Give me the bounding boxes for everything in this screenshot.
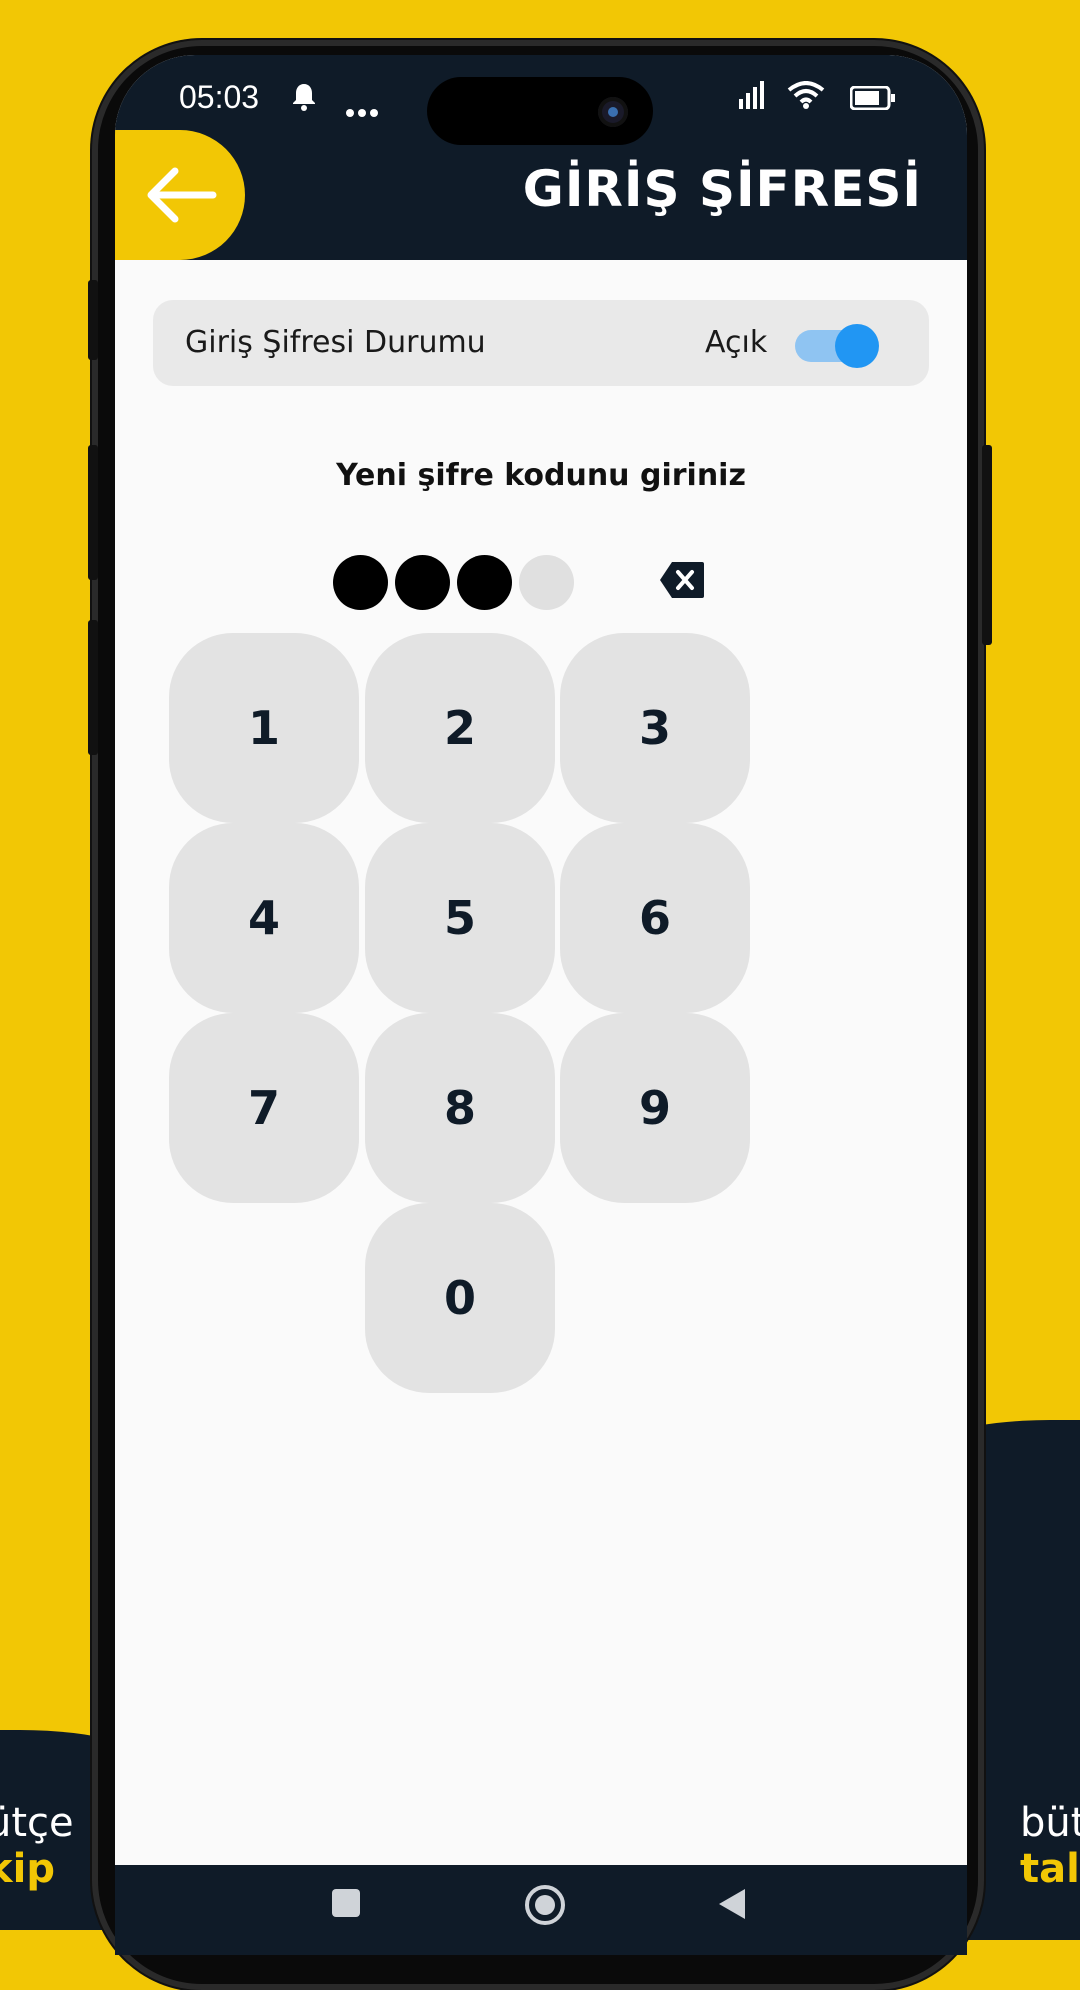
promo-text-right: büt tal	[1020, 1800, 1080, 1892]
key-2[interactable]: 2	[365, 633, 555, 823]
password-status-label: Giriş Şifresi Durumu	[185, 325, 486, 360]
promo-text-left: ütçe kip	[0, 1800, 74, 1892]
more-dots-icon	[345, 93, 379, 125]
pin-dot	[457, 555, 512, 610]
key-4[interactable]: 4	[169, 823, 359, 1013]
password-toggle[interactable]	[795, 324, 879, 368]
status-bar: 05:03	[115, 55, 967, 145]
header-bar: 05:03 GİRİŞ ŞİFRESİ	[115, 55, 967, 260]
delete-button[interactable]	[658, 560, 706, 604]
pin-dot	[519, 555, 574, 610]
key-0[interactable]: 0	[365, 1203, 555, 1393]
side-button	[88, 280, 98, 360]
toggle-knob	[835, 324, 879, 368]
backspace-icon	[660, 562, 704, 598]
key-1[interactable]: 1	[169, 633, 359, 823]
promo-left-line2: kip	[0, 1846, 55, 1892]
square-recent-icon[interactable]	[330, 1887, 362, 1924]
circle-home-icon[interactable]	[523, 1883, 567, 1932]
key-3[interactable]: 3	[560, 633, 750, 823]
status-time: 05:03	[179, 79, 260, 115]
pin-dot	[395, 555, 450, 610]
system-nav-bar	[115, 1865, 967, 1955]
password-status-value: Açık	[705, 325, 768, 360]
key-8[interactable]: 8	[365, 1013, 555, 1203]
pin-prompt: Yeni şifre kodunu giriniz	[336, 458, 746, 493]
page-title: GİRİŞ ŞİFRESİ	[522, 160, 922, 218]
battery-icon	[849, 85, 896, 117]
promo-left-line1: ütçe	[0, 1800, 74, 1846]
key-6[interactable]: 6	[560, 823, 750, 1013]
signal-icon	[739, 81, 767, 116]
password-status-row: Giriş Şifresi Durumu Açık	[153, 300, 929, 386]
arrow-left-icon	[147, 167, 217, 223]
wifi-icon	[787, 81, 825, 116]
triangle-back-icon[interactable]	[715, 1887, 747, 1926]
app-screen: 05:03 GİRİŞ ŞİFRESİ Giriş Şifresi Durumu…	[115, 55, 967, 1955]
promo-right-line1: büt	[1020, 1800, 1080, 1846]
front-camera	[598, 97, 628, 127]
side-button	[88, 445, 98, 580]
key-7[interactable]: 7	[169, 1013, 359, 1203]
key-5[interactable]: 5	[365, 823, 555, 1013]
side-button	[88, 620, 98, 755]
pin-dot	[333, 555, 388, 610]
key-9[interactable]: 9	[560, 1013, 750, 1203]
back-button[interactable]	[115, 130, 245, 260]
power-button	[982, 445, 992, 645]
bell-icon	[290, 81, 318, 118]
promo-right-line2: tal	[1020, 1846, 1080, 1892]
